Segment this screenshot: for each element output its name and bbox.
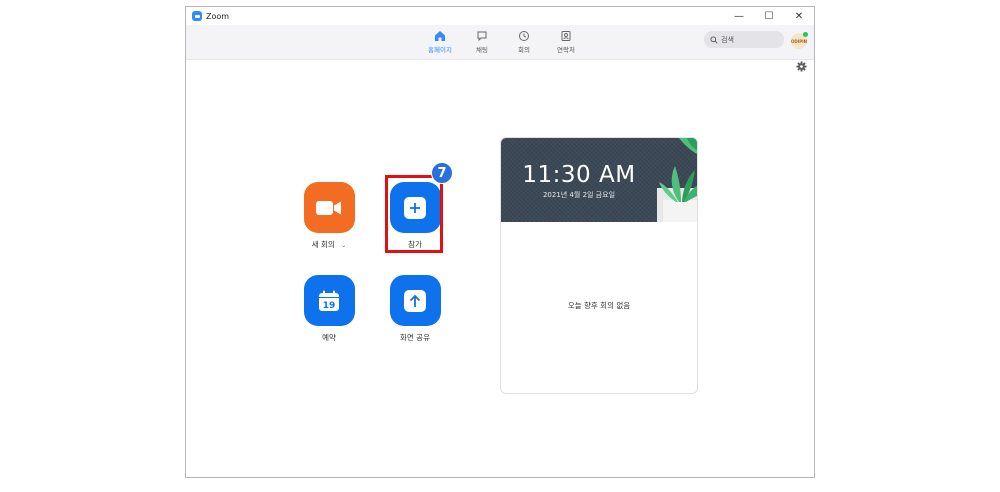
no-meetings-message: 오늘 향후 회의 없음 (567, 301, 631, 310)
close-button[interactable]: ✕ (784, 7, 814, 25)
maximize-button[interactable]: ☐ (754, 7, 784, 25)
tab-contacts-label: 연락처 (557, 46, 575, 54)
zoom-window: Zoom — ☐ ✕ 홈페이지 채팅 회의 연락처 검색 ODIPIN 새 회의… (185, 6, 815, 478)
plant-illustration (657, 138, 697, 222)
zoom-logo-icon (192, 11, 202, 21)
tab-contacts[interactable]: 연락처 (545, 25, 587, 59)
tab-meetings[interactable]: 회의 (503, 25, 545, 59)
online-status-dot (803, 32, 808, 37)
gear-icon[interactable] (796, 61, 807, 72)
share-screen-button[interactable] (389, 275, 441, 326)
tab-chat-label: 채팅 (476, 46, 488, 54)
current-date: 2021년 4월 2일 금요일 (542, 191, 616, 199)
search-icon (710, 35, 718, 44)
tab-home-label: 홈페이지 (428, 46, 452, 54)
share-screen-label: 화면 공유 (400, 333, 430, 342)
main-nav: 홈페이지 채팅 회의 연락처 (419, 25, 587, 59)
calendar-day: 19 (323, 301, 336, 311)
new-meeting-label: 새 회의 (311, 240, 335, 249)
schedule-button[interactable]: 19 (303, 275, 355, 326)
tab-chat[interactable]: 채팅 (461, 25, 503, 59)
search-box[interactable] (704, 31, 784, 48)
schedule-label: 예약 (322, 333, 336, 342)
tab-meetings-label: 회의 (518, 46, 530, 54)
video-camera-icon (316, 200, 341, 215)
home-icon (435, 31, 445, 41)
minimize-button[interactable]: — (724, 7, 754, 25)
schedule-action: 19 예약 (294, 275, 364, 343)
top-toolbar: 홈페이지 채팅 회의 연락처 검색 ODIPIN (186, 25, 814, 60)
window-title: Zoom (206, 11, 230, 21)
new-meeting-action: 새 회의 ⌄ (294, 182, 364, 250)
current-time: 11:30 AM (522, 162, 636, 188)
chevron-down-icon[interactable]: ⌄ (341, 242, 346, 249)
title-bar: Zoom — ☐ ✕ (186, 7, 814, 25)
chat-icon (477, 31, 487, 42)
window-controls: — ☐ ✕ (724, 7, 814, 25)
tab-home[interactable]: 홈페이지 (419, 25, 461, 59)
avatar[interactable]: ODIPIN (791, 32, 808, 49)
highlight-box (385, 175, 443, 253)
clock-icon (519, 31, 529, 41)
upcoming-meetings-card: 11:30 AM 2021년 4월 2일 금요일 오늘 향후 회의 없음 (500, 137, 698, 394)
search-input[interactable] (721, 35, 777, 44)
avatar-text: ODIPIN (791, 38, 807, 44)
step-badge: 7 (431, 162, 453, 184)
upload-arrow-icon (404, 289, 426, 312)
new-meeting-button[interactable] (303, 182, 355, 233)
card-header: 11:30 AM 2021년 4월 2일 금요일 (501, 138, 697, 222)
calendar-icon: 19 (319, 290, 339, 311)
contacts-icon (561, 31, 571, 41)
share-screen-action: 화면 공유 (380, 275, 450, 343)
